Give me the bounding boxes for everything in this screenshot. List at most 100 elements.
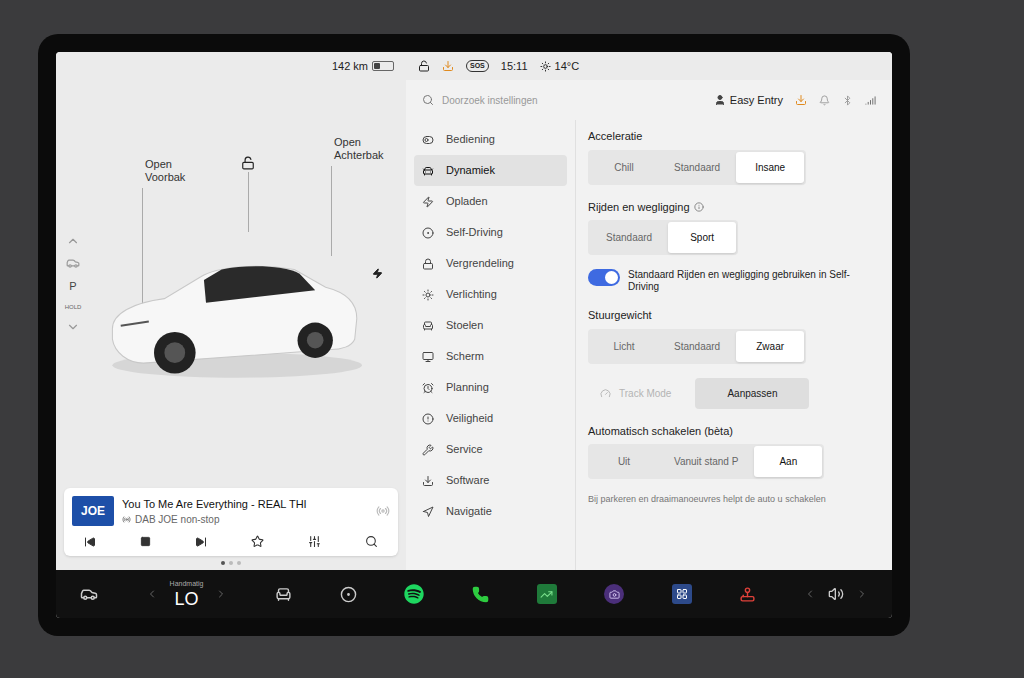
sidebar-item-icon — [422, 289, 434, 301]
stop-icon[interactable] — [140, 536, 151, 547]
media-player: JOEYou To Me Are Everything - REAL THIDA… — [64, 488, 398, 557]
sidebar-item[interactable]: Vergrendeling — [414, 248, 567, 279]
steering-heater-icon[interactable] — [340, 586, 357, 603]
climate-temp: LO — [175, 589, 199, 609]
gear-selector[interactable]: P HOLD — [56, 80, 90, 488]
toggle-switch[interactable] — [588, 269, 620, 286]
screen: 142 km P HOLD OpenVoorbak OpenAchterbak JOEYo… — [56, 52, 892, 618]
sidebar-item-icon — [422, 227, 434, 239]
setting-title: Stuurgewicht — [588, 307, 652, 324]
front-trunk-label[interactable]: OpenVoorbak — [145, 158, 185, 184]
settings-search[interactable]: Doorzoek instellingen — [422, 93, 702, 108]
segmented-control: ChillStandaardInsane — [588, 150, 806, 185]
segment-option[interactable]: Zwaar — [736, 331, 804, 362]
sidebar-item[interactable]: Navigatie — [414, 496, 567, 527]
profile[interactable]: Easy Entry — [714, 92, 783, 109]
car-controls-icon[interactable] — [80, 585, 98, 603]
bluetooth-icon[interactable] — [842, 95, 853, 106]
dab-icon — [122, 515, 131, 524]
setting-title: Rijden en wegligging — [588, 199, 690, 216]
previous-icon[interactable] — [84, 536, 96, 548]
gear-sub: HOLD — [65, 303, 82, 312]
sidebar-item[interactable]: Scherm — [414, 341, 567, 372]
info-icon[interactable] — [694, 202, 704, 212]
segmented-control: LichtStandaardZwaar — [588, 329, 806, 364]
apps-icon[interactable] — [672, 584, 692, 604]
gear-label: P — [69, 278, 76, 295]
sidebar-item[interactable]: Opladen — [414, 186, 567, 217]
unlock-icon[interactable] — [241, 156, 255, 170]
energy-app-icon[interactable] — [537, 584, 557, 604]
battery-icon — [372, 61, 394, 71]
volume-control[interactable] — [804, 586, 868, 602]
next-icon[interactable] — [195, 536, 207, 548]
bottom-bar: HandmatigLO — [56, 570, 892, 618]
segment-option[interactable]: Licht — [590, 331, 658, 362]
update-icon[interactable] — [442, 60, 454, 72]
source-icon[interactable] — [376, 504, 390, 518]
status-lock-icon — [418, 60, 430, 72]
media-search-icon[interactable] — [365, 535, 378, 548]
sidebar-item-icon — [422, 382, 434, 394]
setting-note: Bij parkeren en draaimanoeuvres helpt de… — [588, 493, 880, 507]
track-mode[interactable]: Track Mode — [588, 378, 683, 409]
temp-up-icon[interactable] — [215, 588, 227, 600]
favorite-icon[interactable] — [251, 535, 264, 548]
volume-up-icon[interactable] — [856, 588, 868, 600]
sos[interactable]: SOS — [466, 60, 489, 73]
camera-app-icon[interactable] — [604, 584, 624, 604]
track-icon — [600, 388, 611, 399]
up-icon — [66, 234, 80, 248]
segment-option[interactable]: Insane — [736, 152, 804, 183]
sidebar-item-icon — [422, 196, 434, 208]
segmented-control: StandaardSport — [588, 220, 738, 255]
volume-down-icon[interactable] — [804, 588, 816, 600]
bell-icon[interactable] — [819, 95, 830, 106]
phone-icon[interactable] — [472, 586, 489, 603]
segment-option[interactable]: Aan — [754, 446, 822, 477]
sidebar-item-icon — [422, 165, 434, 177]
climate-control[interactable]: HandmatigLO — [146, 579, 228, 610]
range: 142 km — [332, 58, 368, 75]
sidebar-item[interactable]: Veiligheid — [414, 403, 567, 434]
sidebar-item[interactable]: Stoelen — [414, 310, 567, 341]
rear-trunk-label[interactable]: OpenAchterbak — [334, 136, 384, 162]
action-row: Track Mode Aanpassen — [588, 378, 880, 409]
sidebar-item[interactable]: Software — [414, 465, 567, 496]
signal-icon — [865, 95, 876, 106]
sidebar-item-icon — [422, 134, 434, 146]
sidebar-item[interactable]: Self-Driving — [414, 217, 567, 248]
sidebar-item-icon — [422, 351, 434, 363]
segmented-control: UitVanuit stand PAan — [588, 444, 824, 479]
sidebar-item-icon — [422, 475, 434, 487]
setting-group: Stuurgewicht LichtStandaardZwaar — [588, 307, 880, 364]
temperature: 14°C — [555, 58, 580, 75]
sidebar-item[interactable]: Verlichting — [414, 279, 567, 310]
segment-option[interactable]: Standaard — [658, 331, 736, 362]
car-icon[interactable] — [102, 230, 362, 386]
segment-option[interactable]: Sport — [668, 222, 736, 253]
segment-option[interactable]: Uit — [590, 446, 658, 477]
segment-option[interactable]: Standaard — [590, 222, 668, 253]
segment-option[interactable]: Chill — [590, 152, 658, 183]
download-icon[interactable] — [795, 94, 807, 106]
equalizer-icon[interactable] — [308, 535, 321, 548]
setting-group: AcceleratieChillStandaardInsane — [588, 128, 880, 185]
joystick-icon[interactable] — [739, 586, 756, 603]
sidebar-item-icon — [422, 444, 434, 456]
temp-down-icon[interactable] — [146, 588, 158, 600]
sidebar-item[interactable]: Service — [414, 434, 567, 465]
sidebar-item[interactable]: Planning — [414, 372, 567, 403]
sidebar-item-icon — [422, 506, 434, 518]
adjust-button[interactable]: Aanpassen — [695, 378, 809, 409]
segment-option[interactable]: Standaard — [658, 152, 736, 183]
settings-sidebar: BedieningDynamiekOpladenSelf-DrivingVerg… — [406, 120, 576, 570]
screen-bezel: 142 km P HOLD OpenVoorbak OpenAchterbak JOEYo… — [38, 34, 910, 636]
sidebar-item[interactable]: Bediening — [414, 124, 567, 155]
seat-heater-icon[interactable] — [275, 586, 292, 603]
toggle-label: Standaard Rijden en wegligging gebruiken… — [628, 269, 880, 293]
sidebar-item[interactable]: Dynamiek — [414, 155, 567, 186]
status-bar: SOS15:1114°C — [406, 52, 892, 80]
segment-option[interactable]: Vanuit stand P — [658, 446, 754, 477]
spotify-icon[interactable] — [404, 584, 424, 604]
